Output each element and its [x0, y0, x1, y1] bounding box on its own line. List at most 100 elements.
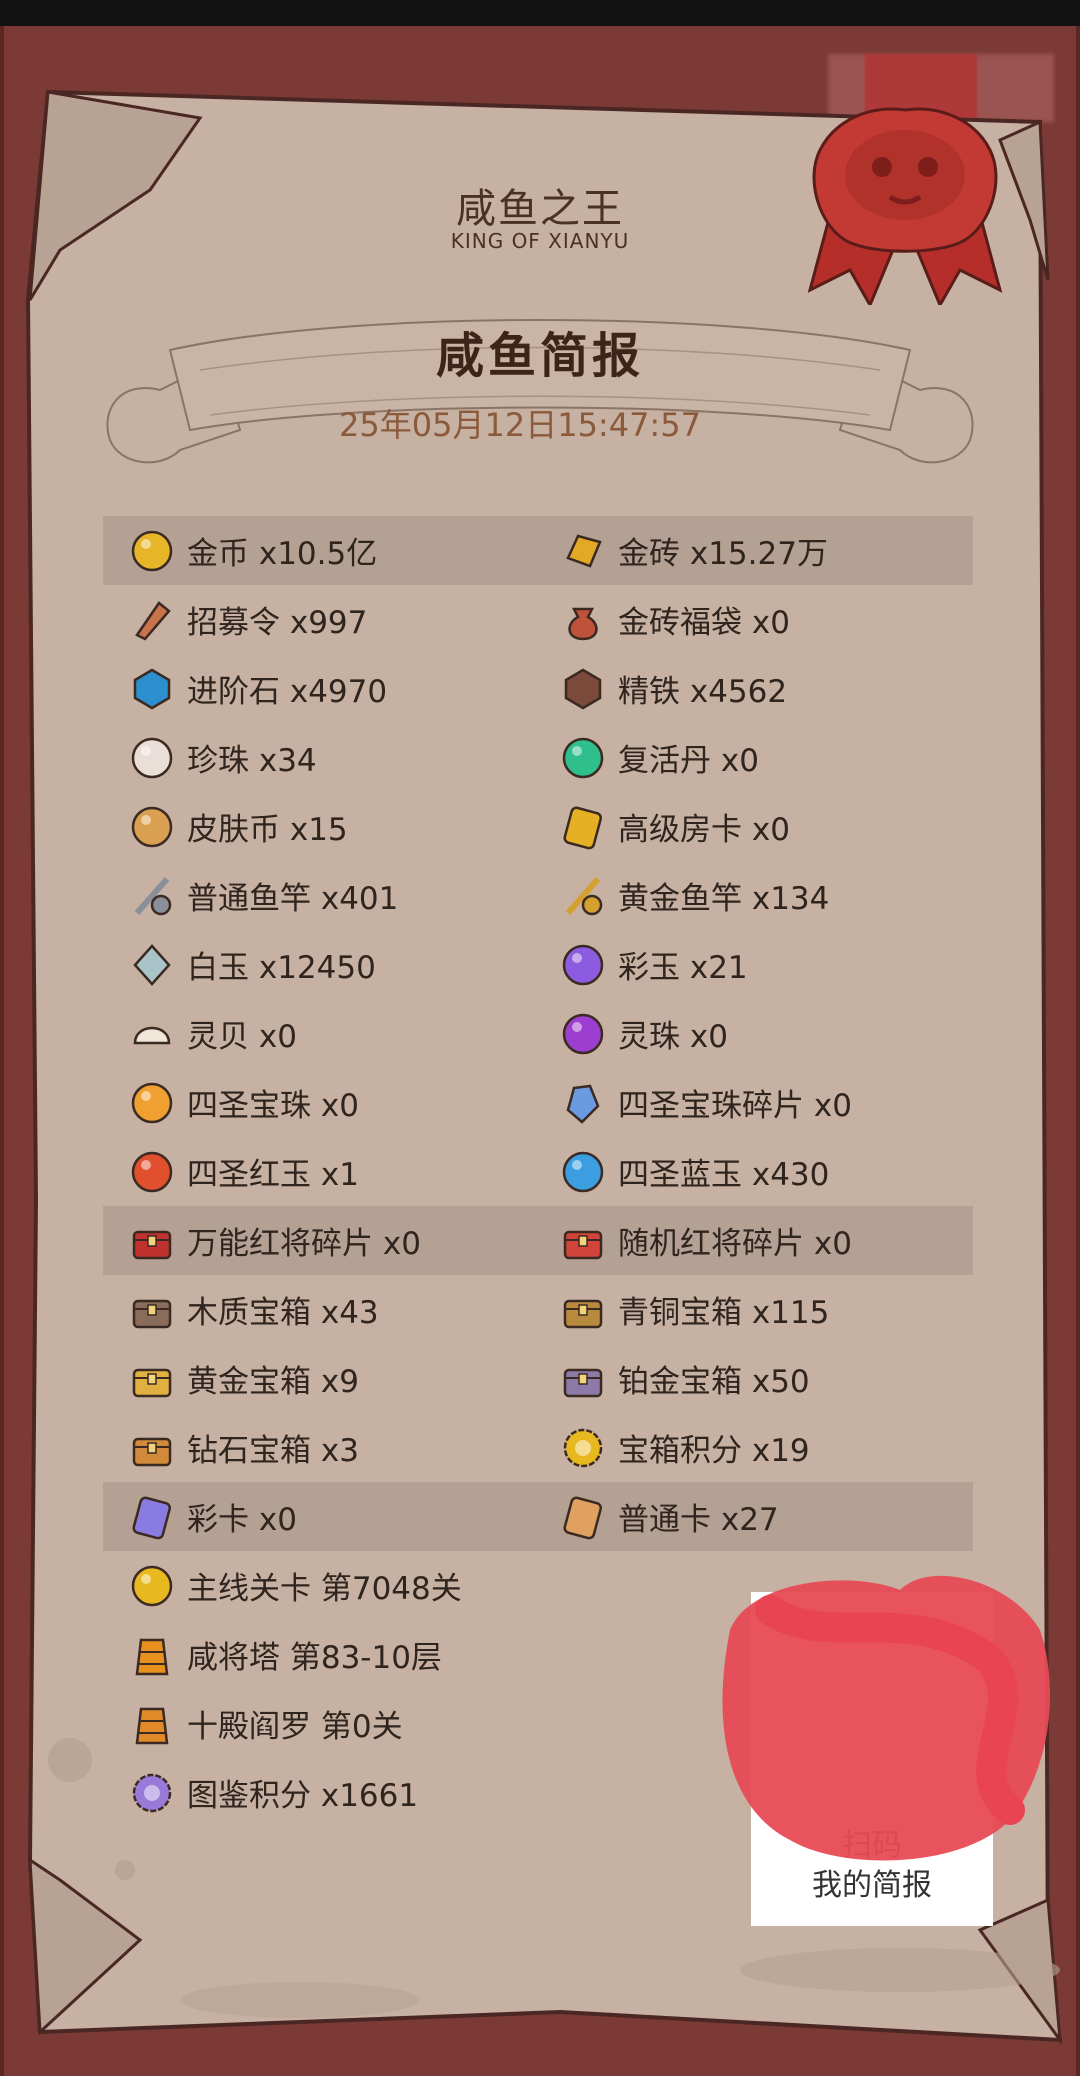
resource-item: 十殿阎罗 第0关 — [103, 1689, 538, 1758]
wax-seal-icon — [807, 107, 1003, 305]
chest-points-icon — [560, 1425, 606, 1471]
diamond-chest-icon — [129, 1425, 175, 1471]
resource-item: 四圣宝珠碎片 x0 — [538, 1068, 973, 1137]
resource-item: 金币 x10.5亿 — [103, 516, 538, 585]
resource-row: 木质宝箱 x43 青铜宝箱 x115 — [103, 1275, 973, 1344]
gold-brick-icon — [560, 528, 606, 574]
resource-item: 黄金鱼竿 x134 — [538, 861, 973, 930]
resource-label: 白玉 x12450 — [187, 950, 376, 986]
resource-item: 皮肤币 x15 — [103, 792, 538, 861]
resource-item: 图鉴积分 x1661 — [103, 1758, 538, 1827]
resource-item: 四圣红玉 x1 — [103, 1137, 538, 1206]
resource-row: 钻石宝箱 x3 宝箱积分 x19 — [103, 1413, 973, 1482]
resource-row: 黄金宝箱 x9 铂金宝箱 x50 — [103, 1344, 973, 1413]
resource-item: 主线关卡 第7048关 — [103, 1551, 538, 1620]
resource-item: 灵贝 x0 — [103, 999, 538, 1068]
resource-row: 四圣宝珠 x0 四圣宝珠碎片 x0 — [103, 1068, 973, 1137]
yama-icon — [129, 1701, 175, 1747]
resource-label: 普通卡 x27 — [618, 1502, 779, 1538]
resource-label: 珍珠 x34 — [187, 743, 317, 779]
resource-label: 十殿阎罗 第0关 — [187, 1709, 403, 1745]
resource-label: 金币 x10.5亿 — [187, 536, 378, 572]
pearl-icon — [129, 735, 175, 781]
resource-label: 黄金鱼竿 x134 — [618, 881, 830, 917]
resource-label: 铂金宝箱 x50 — [618, 1364, 810, 1400]
revive-pill-icon — [560, 735, 606, 781]
resource-label: 进阶石 x4970 — [187, 674, 388, 710]
resource-label: 灵贝 x0 — [187, 1019, 297, 1055]
holy-orb-icon — [129, 1080, 175, 1126]
main-stage-icon — [129, 1563, 175, 1609]
resource-label: 四圣蓝玉 x430 — [618, 1157, 830, 1193]
resource-label: 主线关卡 第7048关 — [187, 1571, 462, 1607]
resource-item: 万能红将碎片 x0 — [103, 1206, 538, 1275]
advance-stone-icon — [129, 666, 175, 712]
resource-label: 木质宝箱 x43 — [187, 1295, 379, 1331]
resource-item: 四圣宝珠 x0 — [103, 1068, 538, 1137]
rainbow-jade-icon — [560, 942, 606, 988]
resource-label: 灵珠 x0 — [618, 1019, 728, 1055]
codex-points-icon — [129, 1770, 175, 1816]
bronze-chest-icon — [560, 1287, 606, 1333]
resource-item: 黄金宝箱 x9 — [103, 1344, 538, 1413]
resource-label: 彩卡 x0 — [187, 1502, 297, 1538]
resource-item: 彩玉 x21 — [538, 930, 973, 999]
resource-item: 钻石宝箱 x3 — [103, 1413, 538, 1482]
fishing-rod-icon — [129, 873, 175, 919]
report-title: 咸鱼简报 — [435, 328, 644, 384]
resource-row: 金币 x10.5亿 金砖 x15.27万 — [103, 516, 973, 585]
resource-item: 随机红将碎片 x0 — [538, 1206, 973, 1275]
resource-item: 青铜宝箱 x115 — [538, 1275, 973, 1344]
random-shard-icon — [560, 1218, 606, 1264]
blue-jade-icon — [560, 1149, 606, 1195]
wood-chest-icon — [129, 1287, 175, 1333]
resource-label: 黄金宝箱 x9 — [187, 1364, 359, 1400]
resource-label: 随机红将碎片 x0 — [618, 1226, 852, 1262]
resource-row: 珍珠 x34 复活丹 x0 — [103, 723, 973, 792]
resource-label: 四圣宝珠碎片 x0 — [618, 1088, 852, 1124]
resource-item: 白玉 x12450 — [103, 930, 538, 999]
resource-row: 皮肤币 x15 高级房卡 x0 — [103, 792, 973, 861]
resource-row: 灵贝 x0 灵珠 x0 — [103, 999, 973, 1068]
resource-item: 复活丹 x0 — [538, 723, 973, 792]
holy-orb-shard-icon — [560, 1080, 606, 1126]
resource-label: 精铁 x4562 — [618, 674, 788, 710]
resource-item: 彩卡 x0 — [103, 1482, 538, 1551]
resource-label: 皮肤币 x15 — [187, 812, 348, 848]
resource-item: 咸将塔 第83-10层 — [103, 1620, 538, 1689]
resource-label: 图鉴积分 x1661 — [187, 1778, 419, 1814]
gold-chest-icon — [129, 1356, 175, 1402]
resource-item: 木质宝箱 x43 — [103, 1275, 538, 1344]
resource-row: 万能红将碎片 x0 随机红将碎片 x0 — [103, 1206, 973, 1275]
qr-caption-line2: 我的简报 — [812, 1868, 932, 1903]
resource-label: 复活丹 x0 — [618, 743, 759, 779]
resource-item: 珍珠 x34 — [103, 723, 538, 792]
resource-row: 彩卡 x0 普通卡 x27 — [103, 1482, 973, 1551]
resource-label: 金砖福袋 x0 — [618, 605, 790, 641]
resource-label: 高级房卡 x0 — [618, 812, 790, 848]
resource-item: 金砖 x15.27万 — [538, 516, 973, 585]
resource-label: 咸将塔 第83-10层 — [187, 1640, 442, 1676]
gold-fishing-rod-icon — [560, 873, 606, 919]
report-datetime: 25年05月12日15:47:57 — [339, 406, 701, 444]
resource-label: 招募令 x997 — [187, 605, 368, 641]
resource-label: 四圣宝珠 x0 — [187, 1088, 359, 1124]
resource-row: 进阶石 x4970 精铁 x4562 — [103, 654, 973, 723]
resource-row: 招募令 x997 金砖福袋 x0 — [103, 585, 973, 654]
white-jade-icon — [129, 942, 175, 988]
resource-label: 青铜宝箱 x115 — [618, 1295, 830, 1331]
gold-bag-icon — [560, 597, 606, 643]
resource-label: 宝箱积分 x19 — [618, 1433, 810, 1469]
skin-coin-icon — [129, 804, 175, 850]
resource-label: 四圣红玉 x1 — [187, 1157, 359, 1193]
resource-label: 万能红将碎片 x0 — [187, 1226, 421, 1262]
spirit-shell-icon — [129, 1011, 175, 1057]
resource-row: 四圣红玉 x1 四圣蓝玉 x430 — [103, 1137, 973, 1206]
redaction-scribble — [722, 1575, 1050, 1861]
recruit-token-icon — [129, 597, 175, 643]
resource-row: 白玉 x12450 彩玉 x21 — [103, 930, 973, 999]
resource-item: 招募令 x997 — [103, 585, 538, 654]
red-jade-icon — [129, 1149, 175, 1195]
resource-item: 金砖福袋 x0 — [538, 585, 973, 654]
universal-shard-icon — [129, 1218, 175, 1264]
